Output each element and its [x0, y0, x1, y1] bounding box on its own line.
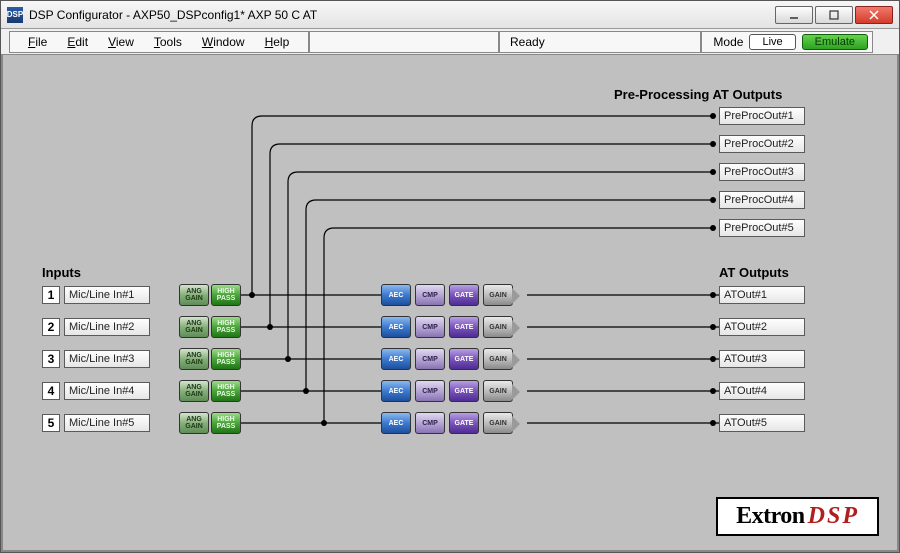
dsp-canvas: Inputs Pre-Processing AT Outputs AT Outp…: [1, 55, 899, 552]
input-box-5[interactable]: Mic/Line In#5: [64, 414, 150, 432]
brand-dsp: DSP: [808, 503, 859, 529]
gain-block-3[interactable]: GAIN: [483, 348, 513, 370]
preproc-out-1[interactable]: PreProcOut#1: [719, 107, 805, 125]
menu-help[interactable]: Help: [257, 34, 298, 50]
app-icon: DSP: [7, 7, 23, 23]
ang-gain-block-3[interactable]: ANGGAIN: [179, 348, 209, 370]
gate-block-5[interactable]: GATE: [449, 412, 479, 434]
at-out-4[interactable]: ATOut#4: [719, 382, 805, 400]
aec-block-2[interactable]: AEC: [381, 316, 411, 338]
menu-window[interactable]: Window: [194, 34, 253, 50]
title-bar: DSP DSP Configurator - AXP50_DSPconfig1*…: [1, 1, 899, 29]
gain-block-5[interactable]: GAIN: [483, 412, 513, 434]
input-num-2: 2: [42, 318, 60, 336]
input-box-2[interactable]: Mic/Line In#2: [64, 318, 150, 336]
window-controls: [775, 6, 893, 24]
preproc-out-3[interactable]: PreProcOut#3: [719, 163, 805, 181]
input-box-1[interactable]: Mic/Line In#1: [64, 286, 150, 304]
menu-edit[interactable]: Edit: [59, 34, 96, 50]
app-window: DSP DSP Configurator - AXP50_DSPconfig1*…: [0, 0, 900, 553]
high-pass-block-1[interactable]: HIGHPASS: [211, 284, 241, 306]
maximize-button[interactable]: [815, 6, 853, 24]
ang-gain-block-5[interactable]: ANGGAIN: [179, 412, 209, 434]
input-num-3: 3: [42, 350, 60, 368]
gain-block-4[interactable]: GAIN: [483, 380, 513, 402]
brand-logo: ExtronDSP: [716, 497, 879, 536]
cmp-block-4[interactable]: CMP: [415, 380, 445, 402]
aec-block-3[interactable]: AEC: [381, 348, 411, 370]
high-pass-block-5[interactable]: HIGHPASS: [211, 412, 241, 434]
input-box-3[interactable]: Mic/Line In#3: [64, 350, 150, 368]
gate-block-4[interactable]: GATE: [449, 380, 479, 402]
high-pass-block-4[interactable]: HIGHPASS: [211, 380, 241, 402]
live-button[interactable]: Live: [749, 34, 795, 50]
input-num-4: 4: [42, 382, 60, 400]
preproc-out-4[interactable]: PreProcOut#4: [719, 191, 805, 209]
gate-block-1[interactable]: GATE: [449, 284, 479, 306]
brand-extron: Extron: [736, 503, 805, 529]
ang-gain-block-2[interactable]: ANGGAIN: [179, 316, 209, 338]
emulate-button[interactable]: Emulate: [802, 34, 868, 50]
mode-box: Mode Live Emulate: [701, 31, 873, 53]
at-out-2[interactable]: ATOut#2: [719, 318, 805, 336]
gate-block-2[interactable]: GATE: [449, 316, 479, 338]
aec-block-1[interactable]: AEC: [381, 284, 411, 306]
ang-gain-block-1[interactable]: ANGGAIN: [179, 284, 209, 306]
cmp-block-3[interactable]: CMP: [415, 348, 445, 370]
close-button[interactable]: [855, 6, 893, 24]
gain-block-2[interactable]: GAIN: [483, 316, 513, 338]
minimize-button[interactable]: [775, 6, 813, 24]
at-out-3[interactable]: ATOut#3: [719, 350, 805, 368]
aec-block-4[interactable]: AEC: [381, 380, 411, 402]
menu-file[interactable]: File: [20, 34, 55, 50]
ang-gain-block-4[interactable]: ANGGAIN: [179, 380, 209, 402]
menu-view[interactable]: View: [100, 34, 142, 50]
gate-block-3[interactable]: GATE: [449, 348, 479, 370]
toolbar-spacer: [309, 31, 499, 53]
menu-main: File Edit View Tools Window Help: [9, 31, 309, 53]
window-title: DSP Configurator - AXP50_DSPconfig1* AXP…: [29, 8, 775, 22]
menu-bar: File Edit View Tools Window Help Ready M…: [1, 29, 899, 55]
preproc-out-5[interactable]: PreProcOut#5: [719, 219, 805, 237]
menu-tools[interactable]: Tools: [146, 34, 190, 50]
mode-label: Mode: [713, 35, 743, 49]
status-text: Ready: [510, 35, 545, 49]
input-num-5: 5: [42, 414, 60, 432]
cmp-block-1[interactable]: CMP: [415, 284, 445, 306]
high-pass-block-2[interactable]: HIGHPASS: [211, 316, 241, 338]
cmp-block-5[interactable]: CMP: [415, 412, 445, 434]
high-pass-block-3[interactable]: HIGHPASS: [211, 348, 241, 370]
cmp-block-2[interactable]: CMP: [415, 316, 445, 338]
input-num-1: 1: [42, 286, 60, 304]
status-box: Ready: [499, 31, 701, 53]
aec-block-5[interactable]: AEC: [381, 412, 411, 434]
input-box-4[interactable]: Mic/Line In#4: [64, 382, 150, 400]
preproc-out-2[interactable]: PreProcOut#2: [719, 135, 805, 153]
at-out-5[interactable]: ATOut#5: [719, 414, 805, 432]
at-out-1[interactable]: ATOut#1: [719, 286, 805, 304]
gain-block-1[interactable]: GAIN: [483, 284, 513, 306]
